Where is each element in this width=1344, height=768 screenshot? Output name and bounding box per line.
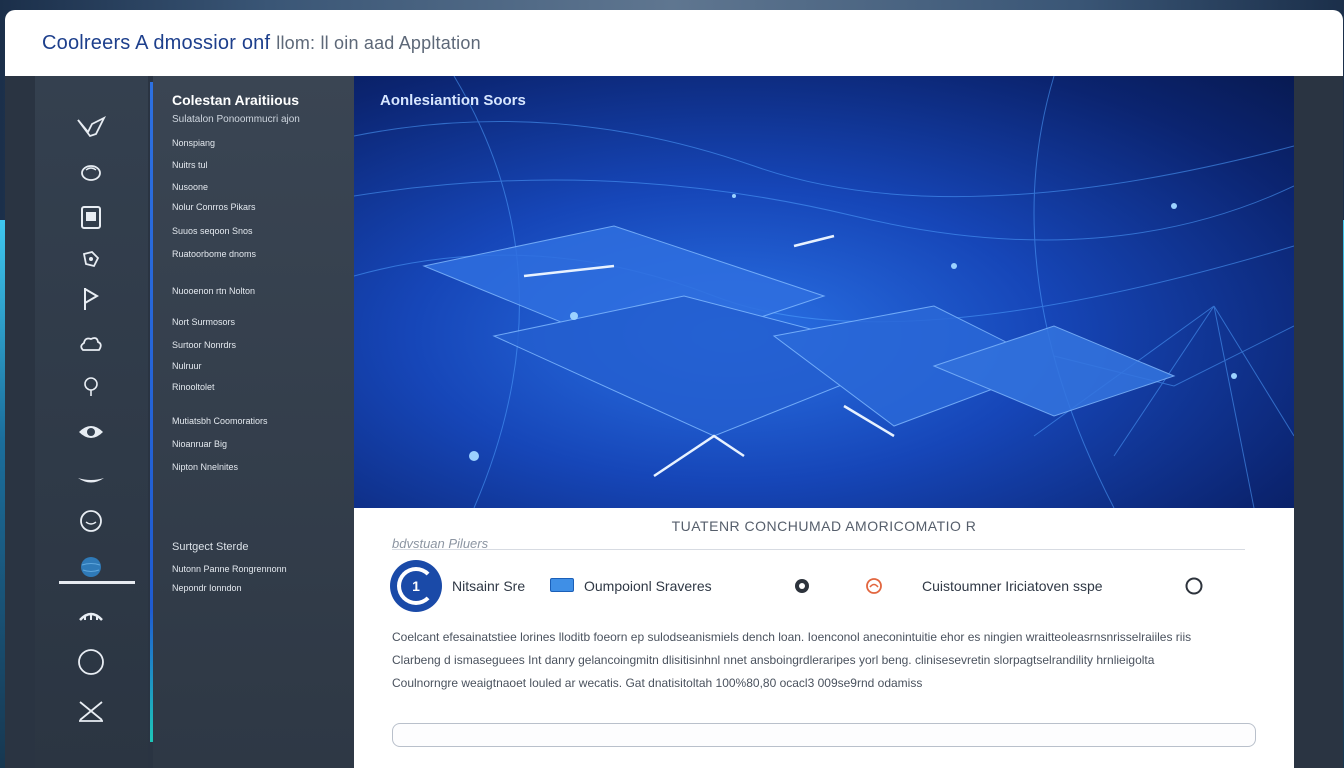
- window-title: Coolreers A dmossior onf: [42, 31, 271, 54]
- nav-item[interactable]: Nolur Conrros Pikars: [172, 202, 256, 212]
- nav-item[interactable]: Nioanruar Big: [172, 439, 227, 449]
- text-input[interactable]: [392, 723, 1256, 747]
- nav-item[interactable]: Mutiatsbh Coomoratiors: [172, 416, 268, 426]
- description-line: Coelcant efesainatstiee lorines lloditb …: [392, 630, 1192, 644]
- section-heading: TUATENR CONCHUMAD AMORICOMATIO R: [671, 518, 977, 534]
- nav-item[interactable]: Nuooenon rtn Nolton: [172, 286, 255, 296]
- group-icon[interactable]: [71, 597, 111, 631]
- nav-item[interactable]: Rinooltolet: [172, 382, 215, 392]
- circle-icon[interactable]: [1184, 576, 1204, 596]
- circle-icon[interactable]: [71, 645, 111, 679]
- description-line: Clarbeng d ismaseguees Int danry gelanco…: [392, 653, 1155, 667]
- app-window: Coolreers A dmossior onf llom: ll oin aa…: [5, 10, 1343, 768]
- nav-item[interactable]: Nuitrs tul: [172, 160, 208, 170]
- nav-title: Colestan Araitiious: [172, 92, 300, 108]
- boat-icon[interactable]: [71, 461, 111, 495]
- nav-item[interactable]: Ruatoorbome dnoms: [172, 249, 256, 259]
- globe-icon[interactable]: [71, 550, 111, 584]
- nav-panel: Colestan Araitiious Sulatalon Ponoommucr…: [153, 76, 354, 768]
- nav-item[interactable]: Nusoone: [172, 182, 208, 192]
- nav-item[interactable]: Nulruur: [172, 361, 202, 371]
- nav-subtitle: Sulatalon Ponoommucri ajon: [172, 114, 300, 125]
- active-indicator: [59, 581, 135, 584]
- title-bar: Coolreers A dmossior onf llom: ll oin aa…: [5, 10, 1343, 76]
- cloud-icon[interactable]: [71, 328, 111, 362]
- divider: [392, 549, 1245, 550]
- network-illustration: [354, 76, 1294, 508]
- lightbulb-icon[interactable]: [71, 370, 111, 404]
- nav-item[interactable]: Nipton Nnelnites: [172, 462, 238, 472]
- crossed-tools-icon[interactable]: [71, 694, 111, 728]
- description-text: Coelcant efesainatstiee lorines lloditb …: [392, 626, 1262, 695]
- hero-title: Aonlesiantion Soors: [380, 92, 526, 109]
- nav-item[interactable]: Nepondr Ionndon: [172, 583, 242, 593]
- window-subtitle: llom: ll oin aad Appltation: [276, 32, 481, 53]
- eye-icon[interactable]: [71, 415, 111, 449]
- description-line: Coulnorngre weaigtnaoet louled ar wecati…: [392, 676, 923, 690]
- head-icon[interactable]: [71, 504, 111, 538]
- nav-item[interactable]: Nonspiang: [172, 138, 215, 148]
- nav-item[interactable]: Nutonn Panne Rongrennonn: [172, 564, 287, 574]
- feature-row: 1 Nitsainr Sre Oumpoionl Sraveres Cuisto…: [390, 560, 1260, 612]
- nav-item[interactable]: Nort Surmosors: [172, 317, 235, 327]
- feature-label[interactable]: Oumpoionl Sraveres: [584, 578, 712, 594]
- app-logo: 1: [390, 560, 442, 612]
- puzzle-icon[interactable]: [71, 242, 111, 276]
- nav-item[interactable]: Surtoor Nonrdrs: [172, 340, 236, 350]
- icon-rail: [35, 76, 148, 768]
- flag-icon[interactable]: [71, 282, 111, 316]
- gear-icon[interactable]: [792, 576, 812, 596]
- nav-item[interactable]: Suuos seqoon Snos: [172, 226, 253, 236]
- feature-label[interactable]: Cuistoumner Iriciatoven sspe: [922, 578, 1103, 594]
- hero-banner: Aonlesiantion Soors: [354, 76, 1294, 508]
- card-icon: [550, 578, 574, 592]
- content-panel: TUATENR CONCHUMAD AMORICOMATIO R bdvstua…: [354, 508, 1294, 768]
- feature-label[interactable]: Nitsainr Sre: [452, 578, 525, 594]
- brain-icon[interactable]: [71, 155, 111, 189]
- logo-mark: 1: [397, 567, 435, 605]
- nav-section-title: Surtgect Sterde: [172, 541, 249, 553]
- bird-icon[interactable]: [71, 110, 111, 144]
- alert-icon[interactable]: [864, 576, 884, 596]
- clipboard-icon[interactable]: [71, 200, 111, 234]
